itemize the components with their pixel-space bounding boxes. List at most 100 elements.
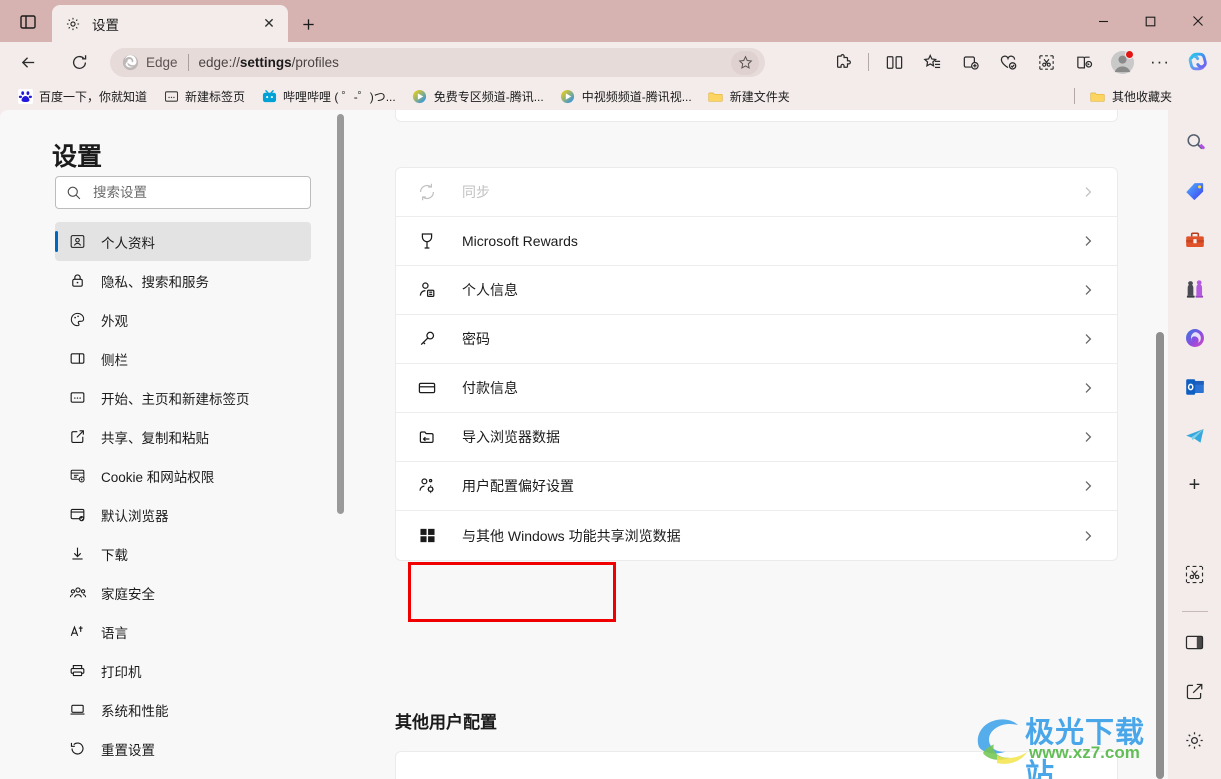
sidebar-item-start-home-newtab[interactable]: 开始、主页和新建标签页 — [55, 378, 311, 417]
other-favorites-button[interactable]: 其他收藏夹 — [1083, 85, 1179, 107]
telegram-icon[interactable] — [1179, 420, 1211, 452]
sidebar-item-system-performance[interactable]: 系统和性能 — [55, 690, 311, 729]
sidebar-item-privacy[interactable]: 隐私、搜索和服务 — [55, 261, 311, 300]
split-screen-icon[interactable] — [878, 46, 910, 78]
bookmark-label: 百度一下，你就知道 — [39, 89, 148, 104]
sidebar-scrollbar[interactable] — [337, 114, 344, 514]
search-settings-box[interactable] — [55, 176, 311, 209]
games-icon[interactable] — [1179, 273, 1211, 305]
settings-gear-icon[interactable] — [1179, 724, 1211, 756]
palette-icon — [68, 310, 87, 329]
toolbar-separator — [868, 53, 869, 71]
sidebar-item-phone-devices[interactable]: 手机和其他设备 — [55, 768, 311, 779]
bookmark-item[interactable]: 新建文件夹 — [701, 85, 797, 107]
minimize-button[interactable] — [1080, 0, 1127, 42]
folder-icon — [1090, 88, 1106, 104]
tab-settings[interactable]: 设置 ✕ — [52, 5, 288, 42]
bookmark-label: 哔哩哔哩 ( ゜-゜)つ... — [283, 89, 396, 104]
url-domain: settings — [239, 55, 292, 70]
sidebar-item-printers[interactable]: 打印机 — [55, 651, 311, 690]
sidebar-toggle-icon[interactable] — [1179, 626, 1211, 658]
settings-row-sync[interactable]: 同步 — [396, 168, 1117, 217]
bookmark-item[interactable]: 中视频频道-腾讯视... — [553, 85, 699, 107]
bookmarks-bar: 百度一下，你就知道 新建标签页 哔哩哔哩 (゜-゜)つ... 免费专区频道-腾… — [0, 82, 1221, 110]
browser-window: 设置 ✕ Edge edge://settings/profiles ··· 百… — [0, 0, 1221, 779]
refresh-icon[interactable] — [63, 46, 95, 78]
cookie-icon — [68, 466, 87, 485]
search-icon[interactable] — [1179, 126, 1211, 158]
close-icon[interactable]: ✕ — [258, 13, 280, 35]
address-bar[interactable]: Edge edge://settings/profiles — [110, 48, 765, 77]
add-sidebar-app-button[interactable]: + — [1179, 469, 1211, 501]
bookmark-item[interactable]: 新建标签页 — [156, 85, 252, 107]
sidebar-item-sidebar[interactable]: 侧栏 — [55, 339, 311, 378]
add-tab-group-icon[interactable] — [954, 46, 986, 78]
sidebar-item-label: 语言 — [101, 625, 128, 641]
profile-avatar-icon[interactable] — [1106, 46, 1138, 78]
sidebar-item-cookies[interactable]: Cookie 和网站权限 — [55, 456, 311, 495]
sidebar-item-label: 默认浏览器 — [101, 508, 169, 524]
window-controls — [1080, 0, 1221, 42]
sidebar-item-downloads[interactable]: 下载 — [55, 534, 311, 573]
address-edge-label: Edge — [146, 55, 178, 70]
chevron-right-icon — [1081, 283, 1095, 297]
default-browser-icon — [68, 505, 87, 524]
tab-title: 设置 — [92, 17, 119, 33]
settings-row-rewards[interactable]: Microsoft Rewards — [396, 217, 1117, 266]
close-button[interactable] — [1174, 0, 1221, 42]
other-profiles-card: 用户配置 1 切换 — [395, 751, 1118, 779]
microsoft365-icon[interactable] — [1179, 322, 1211, 354]
more-options-icon[interactable]: ··· — [1144, 46, 1176, 78]
bookmark-item[interactable]: 百度一下，你就知道 — [10, 85, 154, 107]
settings-row-share-windows-data[interactable]: 与其他 Windows 功能共享浏览数据 — [396, 511, 1117, 560]
settings-row-personal-info[interactable]: 个人信息 — [396, 266, 1117, 315]
shopping-tag-icon[interactable] — [1179, 175, 1211, 207]
gear-icon — [64, 15, 82, 33]
bookmark-item[interactable]: 免费专区频道-腾讯... — [405, 85, 551, 107]
extensions-icon[interactable] — [827, 46, 859, 78]
sidebar-item-default-browser[interactable]: 默认浏览器 — [55, 495, 311, 534]
screenshot-icon[interactable] — [1179, 558, 1211, 590]
settings-row-label: 用户配置偏好设置 — [462, 478, 574, 494]
read-aloud-icon[interactable] — [1068, 46, 1100, 78]
system-icon — [68, 700, 87, 719]
other-profiles-heading: 其他用户配置 — [395, 713, 497, 732]
sidebar-item-appearance[interactable]: 外观 — [55, 300, 311, 339]
chevron-right-icon — [1081, 234, 1095, 248]
star-icon[interactable] — [731, 50, 759, 75]
sidebar-item-profiles[interactable]: 个人资料 — [55, 222, 311, 261]
sync-icon — [416, 181, 438, 203]
sidebar-item-share-copy-paste[interactable]: 共享、复制和粘贴 — [55, 417, 311, 456]
page-scrollbar[interactable] — [1156, 332, 1164, 779]
toolbox-icon[interactable] — [1179, 224, 1211, 256]
maximize-button[interactable] — [1127, 0, 1174, 42]
settings-row-profile-preferences[interactable]: 用户配置偏好设置 — [396, 462, 1117, 511]
bookmark-item[interactable]: 哔哩哔哩 ( ゜-゜)つ... — [254, 85, 403, 107]
settings-row-passwords[interactable]: 密码 — [396, 315, 1117, 364]
open-external-icon[interactable] — [1179, 675, 1211, 707]
browser-essentials-icon[interactable] — [992, 46, 1024, 78]
search-input[interactable] — [93, 185, 293, 200]
sidebar-item-reset-settings[interactable]: 重置设置 — [55, 729, 311, 768]
sidebar-item-languages[interactable]: 语言 — [55, 612, 311, 651]
settings-row-payment-info[interactable]: 付款信息 — [396, 364, 1117, 413]
collections-icon[interactable] — [916, 46, 948, 78]
copilot-icon[interactable] — [1182, 46, 1214, 78]
profile-card-partial — [395, 110, 1118, 122]
sidebar-item-label: 重置设置 — [101, 742, 155, 758]
settings-row-import-browser-data[interactable]: 导入浏览器数据 — [396, 413, 1117, 462]
back-arrow-icon[interactable] — [12, 46, 44, 78]
new-tab-button[interactable] — [294, 10, 322, 38]
sidebar-item-family-safety[interactable]: 家庭安全 — [55, 573, 311, 612]
settings-list-card: 同步 Microsoft Rewards 个人信息 密码 付款信息 导入浏览器数… — [395, 167, 1118, 561]
sidebar-item-label: 下载 — [101, 547, 128, 563]
outlook-icon[interactable] — [1179, 371, 1211, 403]
sidebar-item-label: 开始、主页和新建标签页 — [101, 391, 250, 407]
rewards-icon — [416, 230, 438, 252]
download-icon — [68, 544, 87, 563]
settings-row-label: 付款信息 — [462, 380, 518, 396]
screenshot-icon[interactable] — [1030, 46, 1062, 78]
sidebar-item-label: 家庭安全 — [101, 586, 155, 602]
import-icon — [416, 426, 438, 448]
tab-actions-icon[interactable] — [10, 6, 46, 38]
